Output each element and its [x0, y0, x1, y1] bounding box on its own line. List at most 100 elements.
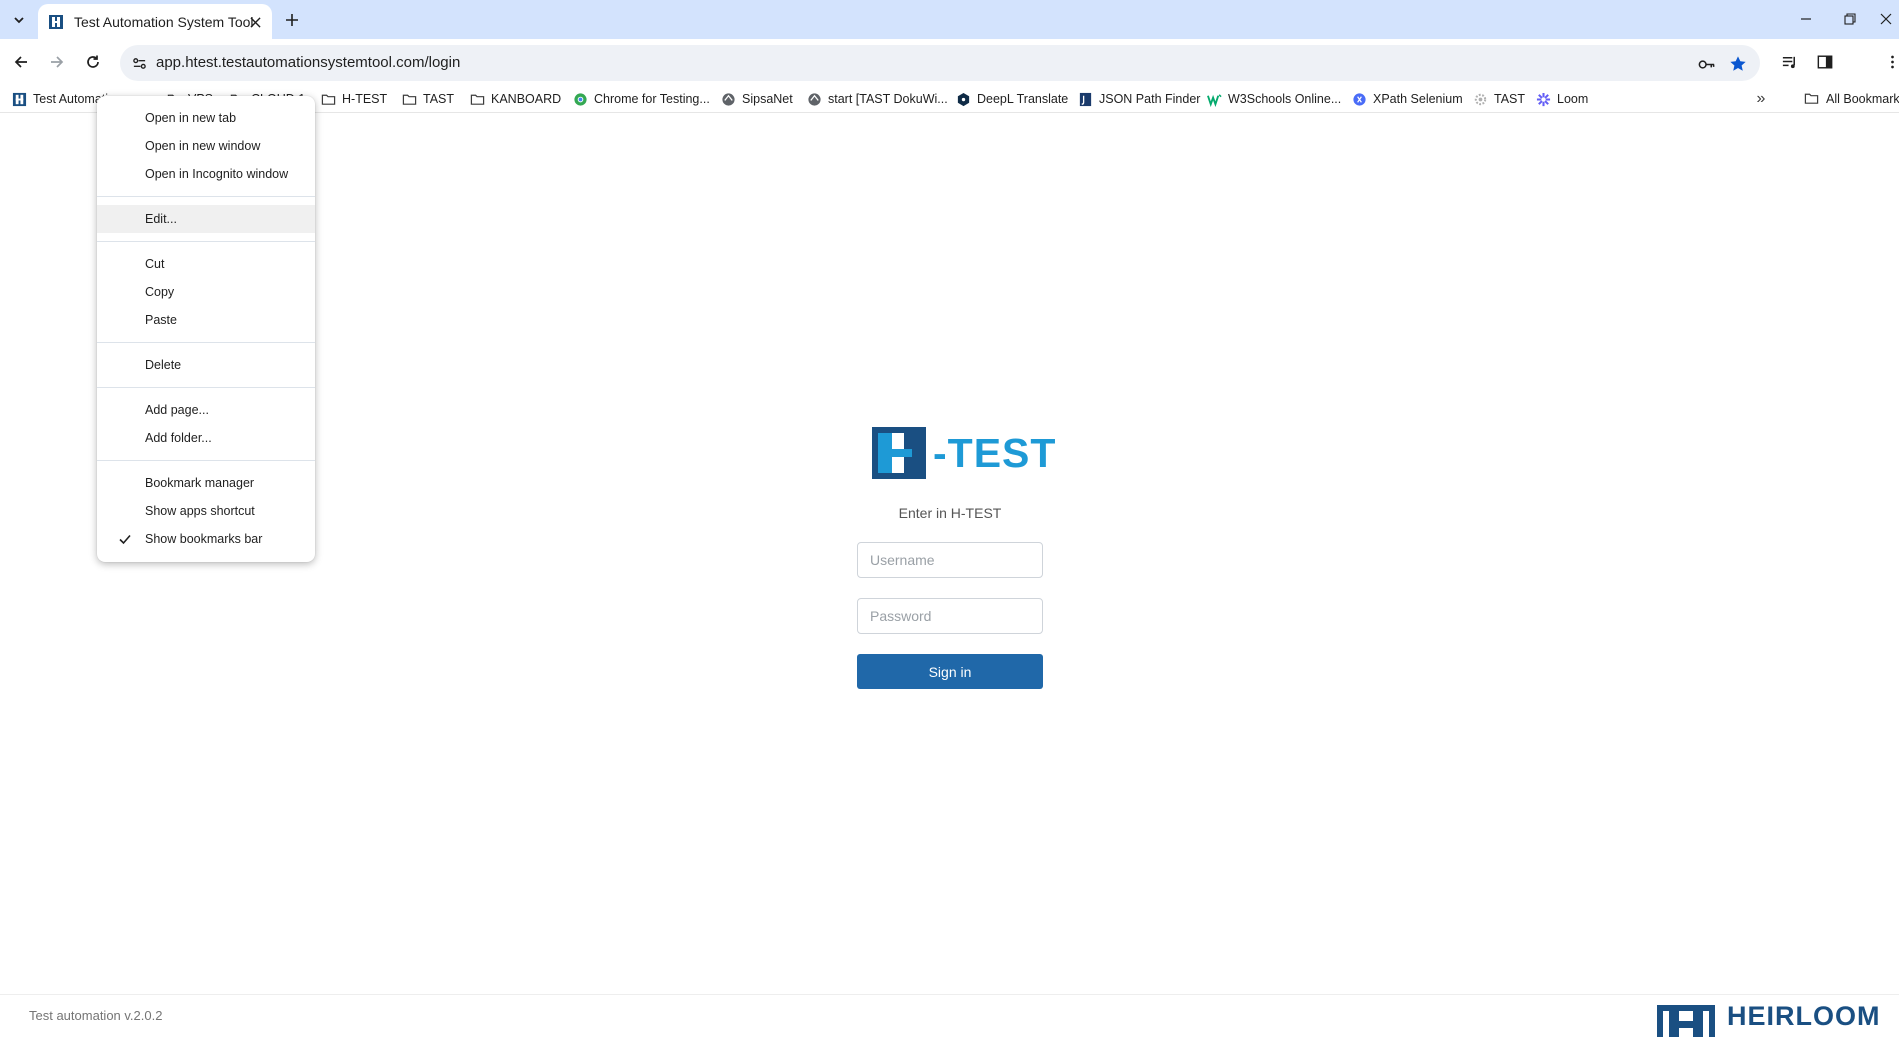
menu-item-edit[interactable]: Edit... [97, 205, 315, 233]
bookmark-label: TAST [423, 92, 455, 106]
checkmark-icon [119, 534, 131, 545]
bookmark-loom[interactable]: Loom [1535, 90, 1588, 108]
gear-icon [1472, 91, 1488, 107]
all-bookmarks-button[interactable]: All Bookmarks [1804, 90, 1899, 108]
close-tab-icon[interactable] [246, 13, 264, 31]
minimize-icon [1801, 18, 1811, 20]
bookmark-folder-kanboard[interactable]: KANBOARD [469, 90, 561, 108]
close-window-button[interactable] [1872, 4, 1899, 34]
heirloom-brand-text: HEIRLOOM [1727, 1001, 1881, 1031]
chevron-down-icon [14, 17, 24, 24]
bookmark-w3schools[interactable]: W3Schools Online... [1206, 90, 1341, 108]
htest-favicon-icon [11, 91, 27, 107]
reload-icon [87, 55, 99, 68]
password-input[interactable] [857, 598, 1043, 634]
loom-icon [1535, 91, 1551, 107]
address-bar[interactable]: app.htest.testautomationsystemtool.com/l… [120, 45, 1760, 81]
menu-separator [97, 379, 315, 396]
folder-icon [1804, 91, 1820, 107]
tab-search-button[interactable] [6, 7, 32, 33]
bookmark-label: TAST [1494, 92, 1526, 106]
menu-item-copy[interactable]: Copy [97, 278, 315, 306]
chrome-testing-icon [572, 91, 588, 107]
close-icon [1880, 13, 1891, 25]
json-icon [1077, 91, 1093, 107]
restore-icon [1844, 13, 1856, 25]
bookmarks-overflow-chevron-icon[interactable]: » [1752, 90, 1770, 108]
plus-icon [286, 14, 298, 26]
menu-separator [97, 233, 315, 250]
menu-separator [97, 334, 315, 351]
browser-tab[interactable]: Test Automation System Tool [38, 4, 272, 39]
side-panel-icon[interactable] [1814, 51, 1836, 73]
bookmark-sipsanet[interactable]: SipsaNet [720, 90, 793, 108]
bookmark-json-path-finder[interactable]: JSON Path Finder [1077, 90, 1200, 108]
login-subtitle: Enter in H-TEST [898, 505, 1002, 521]
browser-toolbar: app.htest.testautomationsystemtool.com/l… [0, 39, 1899, 85]
tab-title: Test Automation System Tool [74, 13, 254, 30]
bookmark-xpath-selenium[interactable]: XPath Selenium [1351, 90, 1463, 108]
bookmark-label: XPath Selenium [1373, 92, 1463, 106]
menu-item-add-folder[interactable]: Add folder... [97, 424, 315, 452]
bookmark-tast[interactable]: TAST [1472, 90, 1525, 108]
password-key-icon[interactable] [1696, 54, 1716, 74]
menu-item-paste[interactable]: Paste [97, 306, 315, 334]
forward-button[interactable] [43, 48, 71, 76]
version-label: Test automation v.2.0.2 [29, 1008, 163, 1023]
new-tab-button[interactable] [280, 8, 304, 32]
all-bookmarks-label: All Bookmarks [1826, 92, 1899, 106]
folder-icon [401, 91, 417, 107]
bookmark-label: H-TEST [342, 92, 388, 106]
globe-icon [720, 91, 736, 107]
page-footer: Test automation v.2.0.2 HEIRLOOM [0, 994, 1899, 1037]
heirloom-logo-icon [1657, 1005, 1715, 1037]
menu-item-open-new-window[interactable]: Open in new window [97, 132, 315, 160]
bookmark-context-menu: Open in new tab Open in new window Open … [97, 96, 315, 562]
w3schools-icon [1206, 91, 1222, 107]
menu-item-label: Show bookmarks bar [145, 532, 263, 546]
menu-separator [97, 452, 315, 469]
htest-favicon-icon [48, 14, 64, 30]
bookmark-chrome-testing[interactable]: Chrome for Testing... [572, 90, 710, 108]
arrow-left-icon [14, 56, 27, 68]
bookmark-test-automation[interactable]: Test Automati [11, 90, 108, 108]
minimize-button[interactable] [1784, 4, 1828, 34]
media-controls-icon[interactable] [1778, 51, 1800, 73]
menu-separator [97, 188, 315, 205]
bookmark-deepl[interactable]: DeepL Translate [955, 90, 1068, 108]
globe-icon [806, 91, 822, 107]
deepl-icon [955, 91, 971, 107]
menu-item-add-page[interactable]: Add page... [97, 396, 315, 424]
bookmark-folder-htest[interactable]: H-TEST [320, 90, 387, 108]
restore-button[interactable] [1828, 4, 1872, 34]
site-settings-icon[interactable] [130, 54, 148, 72]
username-input[interactable] [857, 542, 1043, 578]
menu-item-cut[interactable]: Cut [97, 250, 315, 278]
tab-strip: Test Automation System Tool [0, 0, 1899, 39]
bookmark-folder-tast[interactable]: TAST [401, 90, 454, 108]
reload-button[interactable] [79, 48, 107, 76]
menu-item-show-bookmarks-bar[interactable]: Show bookmarks bar [97, 525, 315, 553]
url-text[interactable]: app.htest.testautomationsystemtool.com/l… [156, 54, 460, 71]
menu-item-open-new-tab[interactable]: Open in new tab [97, 104, 315, 132]
bookmark-label: KANBOARD [491, 92, 562, 106]
htest-logo-text: -TEST [933, 430, 1057, 476]
menu-item-open-incognito[interactable]: Open in Incognito window [97, 160, 315, 188]
bookmark-label: Loom [1557, 92, 1589, 106]
bookmark-tast-dokuwiki[interactable]: start [TAST DokuWi... [806, 90, 948, 108]
sign-in-button[interactable]: Sign in [857, 654, 1043, 689]
bookmark-star-icon[interactable] [1728, 54, 1748, 74]
back-button[interactable] [7, 48, 35, 76]
xpath-icon [1351, 91, 1367, 107]
arrow-right-icon [51, 56, 64, 68]
folder-icon [469, 91, 485, 107]
bookmark-label: SipsaNet [742, 92, 793, 106]
menu-item-delete[interactable]: Delete [97, 351, 315, 379]
bookmark-label: W3Schools Online... [1228, 92, 1342, 106]
menu-item-show-apps-shortcut[interactable]: Show apps shortcut [97, 497, 315, 525]
menu-item-bookmark-manager[interactable]: Bookmark manager [97, 469, 315, 497]
bookmark-label: start [TAST DokuWi... [828, 92, 948, 106]
folder-icon [320, 91, 336, 107]
bookmark-label: Chrome for Testing... [594, 92, 710, 106]
menu-dots-icon[interactable] [1885, 51, 1899, 73]
